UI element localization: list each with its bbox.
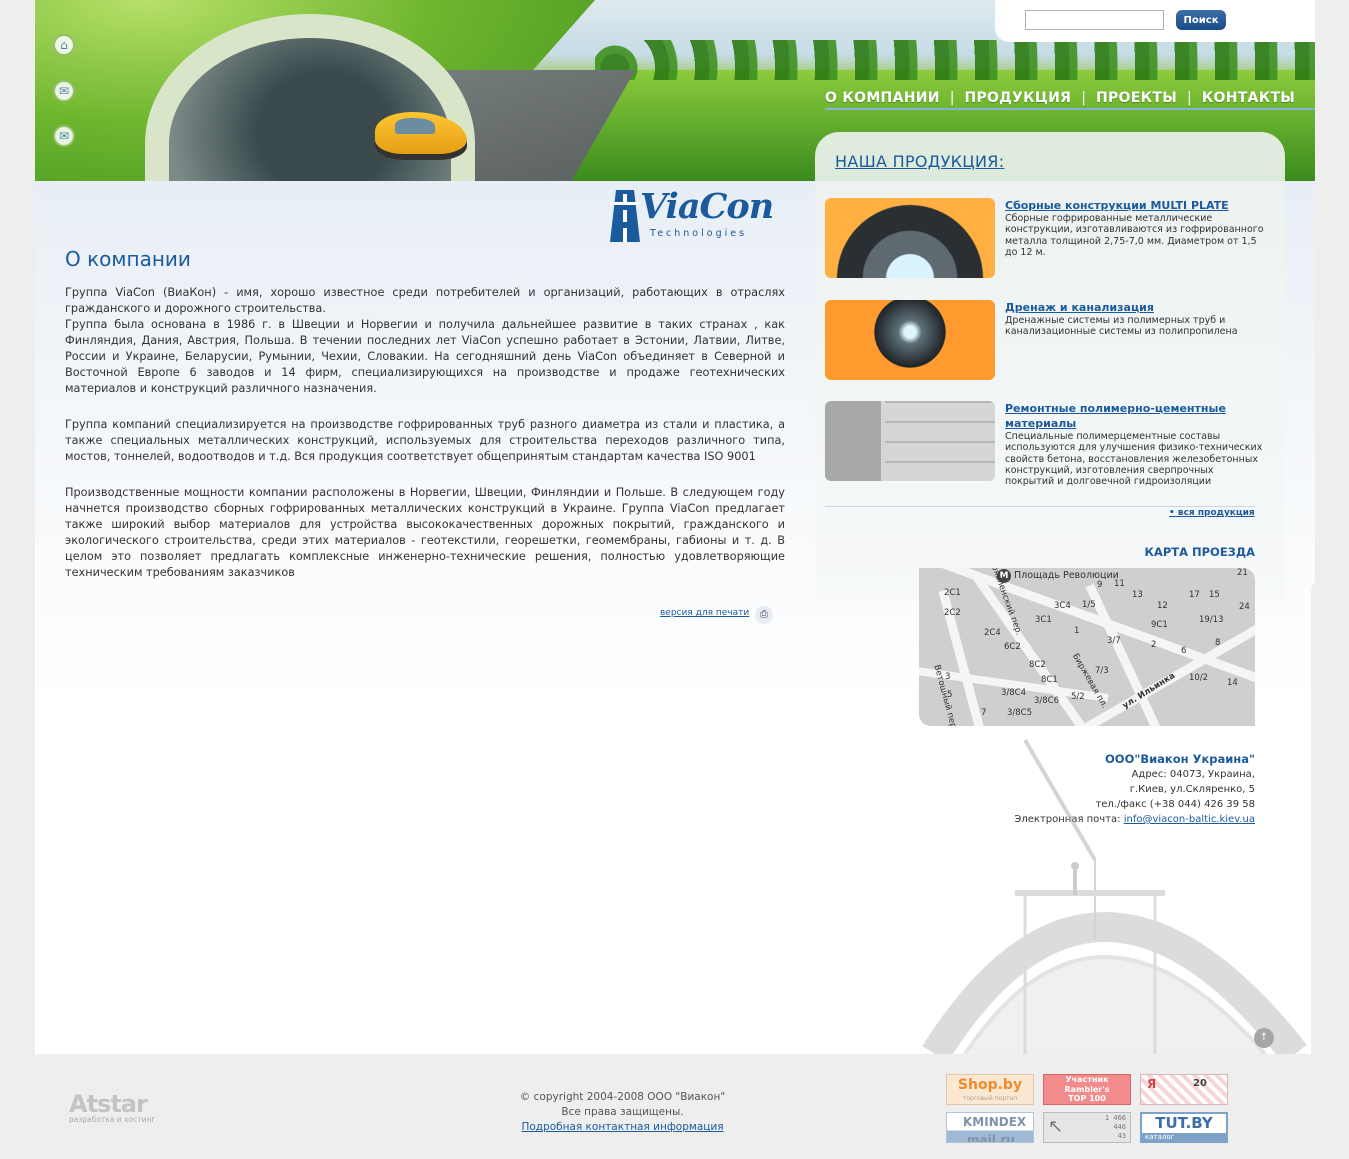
product-title-link[interactable]: Ремонтные полимерно-цементные материалы bbox=[1005, 401, 1265, 431]
map-label: 10/2 bbox=[1189, 673, 1209, 683]
map-label: 1/5 bbox=[1082, 600, 1096, 610]
developer-tagline: разработка и хостинг bbox=[69, 1115, 156, 1124]
map-label: 19/13 bbox=[1199, 615, 1224, 625]
search-input[interactable] bbox=[1025, 10, 1164, 30]
map-label: 11 bbox=[1114, 579, 1125, 589]
yandex-icon: Я bbox=[1147, 1077, 1157, 1091]
map-label: 9С1 bbox=[1151, 620, 1168, 630]
product-image[interactable] bbox=[825, 300, 995, 380]
article-paragraph: Производственные мощности компании распо… bbox=[65, 486, 785, 579]
map-label: Площадь Революции bbox=[1014, 570, 1119, 581]
product-image[interactable] bbox=[825, 401, 995, 481]
map-street bbox=[1084, 593, 1255, 726]
main-nav: О КОМПАНИИ | ПРОДУКЦИЯ | ПРОЕКТЫ | КОНТА… bbox=[825, 87, 1305, 109]
all-products-link[interactable]: • вся продукция bbox=[1169, 508, 1255, 518]
product-title-link[interactable]: Дренаж и канализация bbox=[1005, 300, 1265, 315]
map-label: 7/3 bbox=[1095, 666, 1109, 676]
mail-icon[interactable]: ✉ bbox=[53, 125, 75, 147]
map-label: 1 bbox=[1074, 626, 1080, 636]
page-container: ⌂ ✉ ✉ Поиск О КОМПАНИИ | ПРОДУКЦИЯ | ПРО… bbox=[35, 0, 1315, 1054]
map-label: 3/8С5 bbox=[1007, 708, 1033, 718]
logo-name: ViaCon bbox=[640, 186, 774, 227]
map-label: 13 bbox=[1132, 590, 1143, 600]
map-label: 3/7 bbox=[1107, 636, 1121, 646]
products-divider bbox=[825, 506, 1255, 507]
map-label: 14 bbox=[1227, 678, 1238, 688]
map-label: 7 bbox=[981, 708, 987, 718]
map-label: 24 bbox=[1239, 602, 1250, 612]
article-body: Группа ViaCon (ВиаКон) - имя, хорошо изв… bbox=[65, 285, 785, 601]
arrow-icon: ↖ bbox=[1048, 1116, 1064, 1137]
map-label: 21 bbox=[1237, 568, 1248, 578]
map-label: 3С4 bbox=[1054, 601, 1071, 611]
rights-text: Все права защищены. bbox=[561, 1106, 684, 1118]
map-label: 8С1 bbox=[1041, 675, 1058, 685]
map-label: 2С1 bbox=[944, 588, 961, 598]
copyright-text: © copyright 2004-2008 ООО "Виакон" bbox=[519, 1091, 726, 1103]
developer-brand: Atstar bbox=[69, 1090, 148, 1118]
products-heading[interactable]: НАША ПРОДУКЦИЯ: bbox=[835, 152, 1004, 171]
liveinternet-badge[interactable]: ↖ 1 466 446 43 bbox=[1043, 1112, 1131, 1143]
banner-trees bbox=[595, 40, 1315, 80]
map-label: 8 bbox=[1215, 638, 1221, 648]
nav-item-contacts[interactable]: КОНТАКТЫ bbox=[1192, 90, 1305, 106]
home-icon[interactable]: ⌂ bbox=[53, 34, 75, 56]
nav-item-projects[interactable]: ПРОЕКТЫ bbox=[1086, 90, 1187, 106]
product-description: Дренажные системы из полимерных труб и к… bbox=[1005, 315, 1238, 338]
map-label: 9 bbox=[1097, 580, 1103, 590]
nav-underline bbox=[825, 108, 1315, 110]
map-label: 3/8С4 bbox=[1001, 688, 1027, 698]
right-margin bbox=[1311, 578, 1315, 1054]
scroll-top-button[interactable]: ↑ bbox=[1254, 1028, 1274, 1048]
product-description: Специальные полимерцементные составы исп… bbox=[1005, 431, 1263, 488]
nav-item-about[interactable]: О КОМПАНИИ bbox=[825, 90, 950, 106]
map-label: 2 bbox=[1151, 640, 1157, 650]
map-label: 6С2 bbox=[1004, 642, 1021, 652]
mail-icon[interactable]: ✉ bbox=[53, 80, 75, 102]
map-label: 15 bbox=[1209, 590, 1220, 600]
logo-tagline: Technologies bbox=[650, 228, 748, 239]
article-paragraph: Группа ViaCon (ВиаКон) - имя, хорошо изв… bbox=[65, 286, 785, 395]
product-description: Сборные гофрированные металлические конс… bbox=[1005, 213, 1264, 258]
copyright: © copyright 2004-2008 ООО "Виакон" Все п… bbox=[480, 1090, 765, 1135]
header-banner: ⌂ ✉ ✉ Поиск О КОМПАНИИ | ПРОДУКЦИЯ | ПРО… bbox=[35, 0, 1315, 181]
page-title: О компании bbox=[65, 247, 191, 271]
map-label: 6 bbox=[1181, 646, 1187, 656]
map-label: 5/2 bbox=[1071, 692, 1085, 702]
map-title: КАРТА ПРОЕЗДА bbox=[1144, 545, 1255, 559]
directions-map[interactable]: M Площадь Революции 2С1 2С2 2С4 6С2 8С2 … bbox=[919, 568, 1255, 726]
map-label: 8С2 bbox=[1029, 660, 1046, 670]
search-panel: Поиск bbox=[995, 0, 1315, 42]
product-image[interactable] bbox=[825, 198, 995, 278]
map-label: 12 bbox=[1157, 601, 1168, 611]
tutby-badge[interactable]: TUT.BY каталог bbox=[1140, 1112, 1228, 1143]
search-button[interactable]: Поиск bbox=[1176, 10, 1226, 30]
rambler-top100-badge[interactable]: Участник Rambler's TOP 100 bbox=[1043, 1074, 1131, 1105]
map-label: 2С2 bbox=[944, 608, 961, 618]
contact-info-link[interactable]: Подробная контактная информация bbox=[521, 1121, 723, 1133]
map-label: 2С4 bbox=[984, 628, 1001, 638]
map-label: 3С1 bbox=[1035, 615, 1052, 625]
viacon-logo[interactable]: ViaCon Technologies bbox=[610, 186, 785, 245]
printer-icon[interactable]: ⎙ bbox=[755, 606, 773, 624]
nav-item-products[interactable]: ПРОДУКЦИЯ bbox=[954, 90, 1081, 106]
kmindex-badge[interactable]: KMINDEX mail.ru 677988 bbox=[946, 1112, 1034, 1143]
logo-road-icon bbox=[610, 190, 640, 242]
developer-logo[interactable]: Atstar разработка и хостинг bbox=[69, 1090, 155, 1124]
article-paragraph: Группа компаний специализируется на прои… bbox=[65, 418, 785, 463]
shopby-badge[interactable]: Shop.by торговый портал bbox=[946, 1074, 1034, 1105]
print-version-link[interactable]: версия для печати bbox=[660, 608, 749, 618]
map-label: 17 bbox=[1189, 590, 1200, 600]
map-label: 3/8С6 bbox=[1034, 696, 1060, 706]
product-title-link[interactable]: Сборные конструкции MULTI PLATE bbox=[1005, 198, 1265, 213]
yandex-cy-badge[interactable]: Я 20 bbox=[1140, 1074, 1228, 1105]
construction-sketch-image bbox=[922, 738, 1307, 1054]
